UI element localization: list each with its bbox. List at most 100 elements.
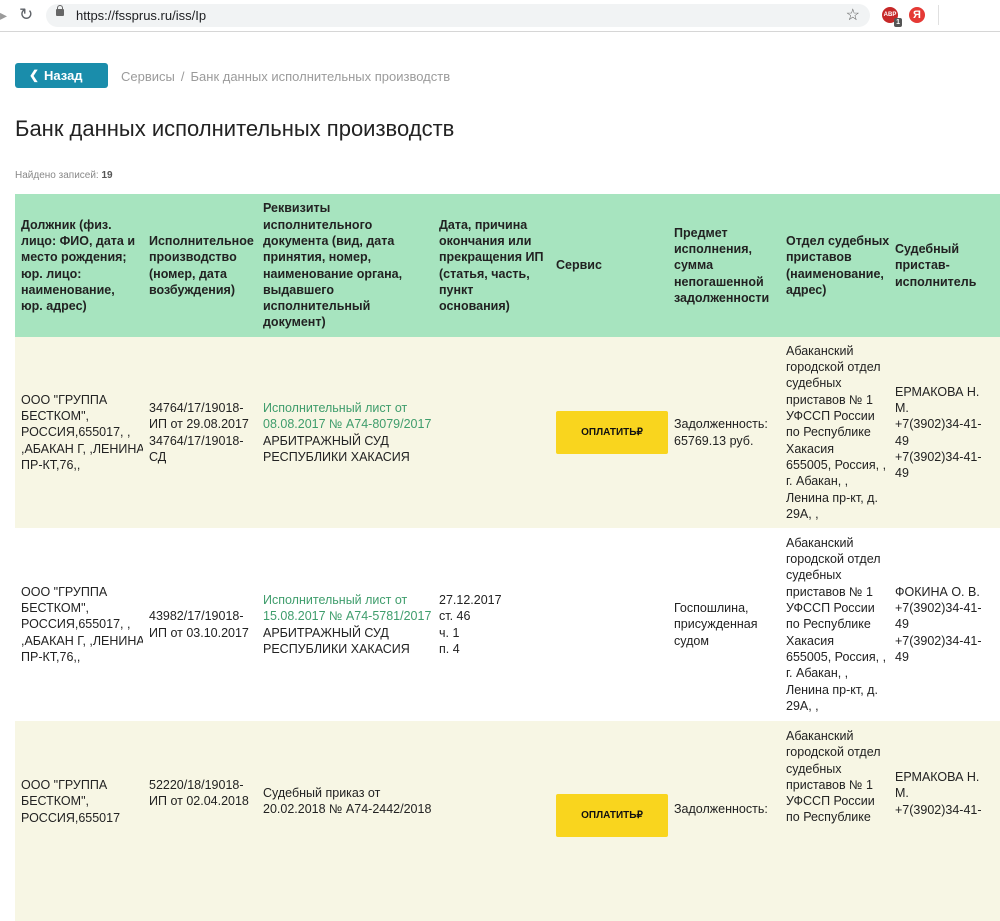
forward-icon[interactable]: ▸ [0, 7, 7, 24]
back-button[interactable]: ❮ Назад [15, 63, 108, 88]
text-line: выдавшего [263, 282, 334, 297]
text-line: АРБИТРАЖНЫЙ СУД [263, 625, 389, 640]
text-line: судебных [786, 761, 842, 776]
text-line: пристав- [895, 258, 950, 273]
document-link[interactable]: Исполнительный лист от 08.08.2017 № А74-8… [263, 400, 431, 433]
document-link[interactable]: Исполнительный лист от 15.08.2017 № А74-5… [263, 592, 431, 625]
text-line: УФССП России [786, 601, 875, 616]
cell-debtor: ООО "ГРУППА БЕСТКОМ", РОССИЯ,655017, , ,АБА… [15, 337, 143, 528]
text-line: 49 [895, 466, 909, 481]
header-debtor: Должник (физ. лицо: ФИО, дата и место рожд… [15, 194, 143, 337]
cell-bailiff: ЕРМАКОВА Н. М. +7(3902)34-41- [889, 721, 1000, 921]
text-line: Задолженность: [674, 802, 768, 816]
text-line: 27.12.2017 [439, 592, 502, 607]
text-line: Задолженность: [674, 417, 768, 432]
text-line: по Республике [786, 425, 871, 440]
records-found-count: 19 [101, 170, 113, 181]
pay-button[interactable]: ОПЛАТИТЬ₽ [556, 794, 668, 837]
yandex-extension-icon[interactable]: Я [909, 7, 925, 23]
page-title: Банк данных исполнительных производств [15, 116, 455, 141]
text-line: М. [895, 400, 909, 415]
text-line: Ленина пр-кт, д. [786, 682, 878, 697]
text-line: Должник (физ. [21, 217, 112, 232]
text-line: место рождения; [21, 250, 127, 265]
text-line: основания) [439, 299, 510, 314]
text-line: возбуждения) [149, 282, 235, 297]
cell-department: Абаканский городской отдел судебных пристав… [780, 528, 889, 721]
text-line: Хакасия [786, 441, 834, 456]
text-line: Сервис [556, 258, 602, 273]
cell-department: Абаканский городской отдел судебных пристав… [780, 721, 889, 921]
header-service: Сервис [550, 194, 668, 337]
bookmark-star-icon[interactable]: ☆ [846, 5, 860, 25]
breadcrumb-separator: / [180, 69, 185, 84]
proceedings-table: Должник (физ. лицо: ФИО, дата и место рожд… [15, 194, 1000, 921]
url-text[interactable]: https://fssprus.ru/iss/Ip [76, 8, 206, 23]
cell-debtor: ООО "ГРУППА БЕСТКОМ", РОССИЯ,655017 [15, 721, 143, 921]
text-line: Исполнительный лист от [263, 400, 408, 415]
text-line: 29А, , [786, 506, 819, 521]
text-line: г. Абакан, , [786, 666, 849, 681]
cell-proceeding: 34764/17/19018- ИП от 29.08.2017 34764/17/… [143, 337, 257, 528]
text-line: ФОКИНА О. В. [895, 584, 980, 599]
text-line: принятия, номер, [263, 250, 372, 265]
text-line: 20.02.2018 № А74-2442/2018 [263, 802, 432, 817]
adblock-extension-icon[interactable]: ABP 1 [882, 7, 902, 27]
text-line: УФССП России [786, 409, 875, 424]
cell-proceeding: 52220/18/19018- ИП от 02.04.2018 [143, 721, 257, 921]
text-line: по Республике [786, 810, 871, 825]
breadcrumb: Сервисы / Банк данных исполнительных произ… [121, 69, 450, 84]
text-line: 52220/18/19018- [149, 778, 244, 792]
text-line: 655005, Россия, , , [786, 649, 889, 664]
text-line: Абаканский [786, 343, 854, 358]
cell-end-date: 27.12.2017 ст. 46 ч. 1 п. 4 [433, 528, 550, 721]
text-line: юр. лицо: [21, 266, 82, 281]
adblock-count: 1 [894, 18, 902, 27]
breadcrumb-current: Банк данных исполнительных производств [190, 69, 451, 84]
text-line: лицо: ФИО, дата и [21, 233, 136, 248]
text-line: присужденная [674, 617, 758, 632]
text-line: приставов № 1 [786, 584, 873, 599]
cell-subject: Госпошлина, присужденная судом [668, 528, 780, 721]
text-line: +7(3902)34-41- [895, 802, 982, 817]
cell-service [550, 528, 668, 721]
text-line: Реквизиты [263, 201, 331, 216]
cell-department: Абаканский городской отдел судебных пристав… [780, 337, 889, 528]
text-line: ООО "ГРУППА [21, 584, 108, 599]
text-line: приставов [786, 250, 852, 265]
text-line: Госпошлина, [674, 601, 749, 616]
text-line: сумма [674, 258, 714, 273]
text-line: Исполнительный лист от [263, 592, 408, 607]
text-line: прекращения ИП [439, 250, 544, 265]
text-line: судебных [786, 568, 842, 583]
text-line: РЕСПУБЛИКИ ХАКАСИЯ [263, 641, 410, 656]
browser-toolbar: ▸ ↻ https://fssprus.ru/iss/Ip ☆ ABP 1 Я [0, 0, 1000, 32]
text-line: г. Абакан, , [786, 474, 849, 489]
text-line: УФССП России [786, 794, 875, 809]
text-line: наименование, [21, 282, 115, 297]
text-line: Предмет [674, 225, 728, 240]
text-line: РОССИЯ,655017 [21, 810, 121, 825]
text-line: 34764/17/19018- [149, 400, 244, 415]
address-bar[interactable]: https://fssprus.ru/iss/Ip ☆ [46, 4, 870, 27]
text-line: СД [149, 449, 167, 464]
text-line: (статья, часть, [439, 266, 530, 281]
text-line: БЕСТКОМ", [21, 409, 89, 424]
text-line: ,АБАКАН Г, ,ЛЕНИНА [21, 633, 143, 648]
text-line: М. [895, 786, 909, 801]
text-line: ЕРМАКОВА Н. [895, 770, 980, 784]
text-line: Абаканский [786, 535, 854, 550]
text-line: ИП от 29.08.2017 [149, 417, 249, 432]
breadcrumb-services[interactable]: Сервисы [121, 69, 175, 84]
header-end-date: Дата, причина окончания или прекращения ИП… [433, 194, 550, 337]
text-line: +7(3902)34-41- [895, 633, 982, 648]
reload-icon[interactable]: ↻ [19, 5, 33, 25]
text-line: Судебный [895, 242, 960, 257]
text-line: ч. 1 [439, 625, 460, 640]
text-line: Дата, причина [439, 217, 528, 232]
records-found-label: Найдено записей: [15, 170, 99, 181]
text-line: +7(3902)34-41- [895, 601, 982, 616]
pay-button[interactable]: ОПЛАТИТЬ₽ [556, 411, 668, 454]
table-row: ООО "ГРУППА БЕСТКОМ", РОССИЯ,655017 52220/… [15, 721, 1000, 921]
text-line: наименование органа, [263, 266, 403, 281]
